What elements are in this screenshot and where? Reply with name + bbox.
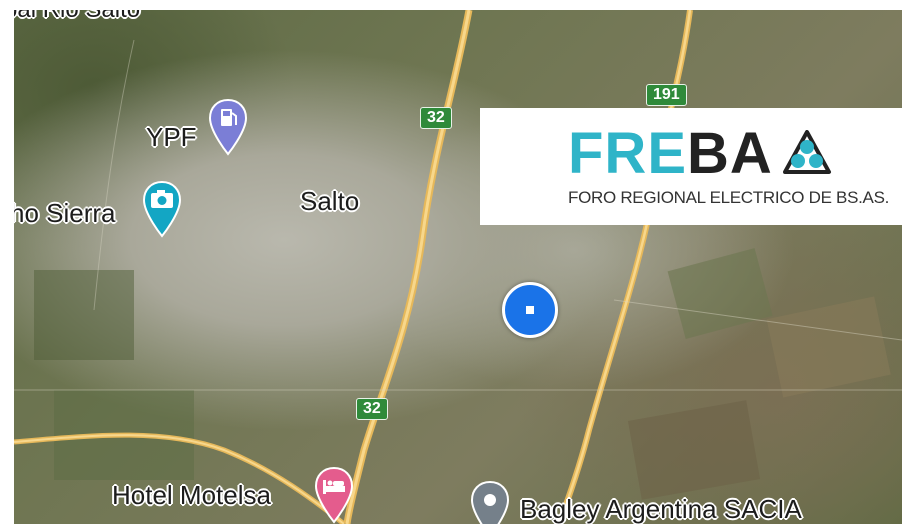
camera-icon[interactable] — [142, 180, 182, 238]
freba-logo: FREBA FORO REGIONAL ELECTRICO DE BS.AS. — [480, 108, 902, 225]
logo-wordmark: FREBA — [568, 122, 773, 186]
logo-circles-icon — [783, 130, 831, 174]
poi-label-ypf[interactable]: YPF — [146, 122, 197, 153]
bed-icon[interactable] — [314, 466, 354, 524]
place-label-salto[interactable]: Salto — [300, 186, 359, 217]
poi-label-hotel[interactable]: Hotel Motelsa — [112, 480, 271, 511]
map-roads — [14, 10, 902, 524]
route-shield-191: 191 — [646, 84, 687, 106]
route-shield-32-bottom: 32 — [356, 398, 388, 420]
area-label-top: pal Rio Salto — [14, 10, 140, 24]
fuel-pump-icon[interactable] — [208, 98, 248, 156]
route-shield-32-top: 32 — [420, 107, 452, 129]
logo-word-fre: FRE — [568, 121, 687, 186]
logo-word-ba: BA — [687, 121, 773, 186]
poi-label-sierra[interactable]: ho Sierra — [14, 198, 116, 229]
map-view[interactable]: pal Rio Salto YPF Salto ho Sierra 32 191… — [14, 10, 902, 524]
logo-subtitle: FORO REGIONAL ELECTRICO DE BS.AS. — [568, 188, 890, 207]
place-pin-icon[interactable] — [470, 480, 510, 524]
my-location-icon[interactable] — [502, 282, 558, 338]
poi-label-bagley[interactable]: Bagley Argentina SACIA — [520, 494, 802, 524]
